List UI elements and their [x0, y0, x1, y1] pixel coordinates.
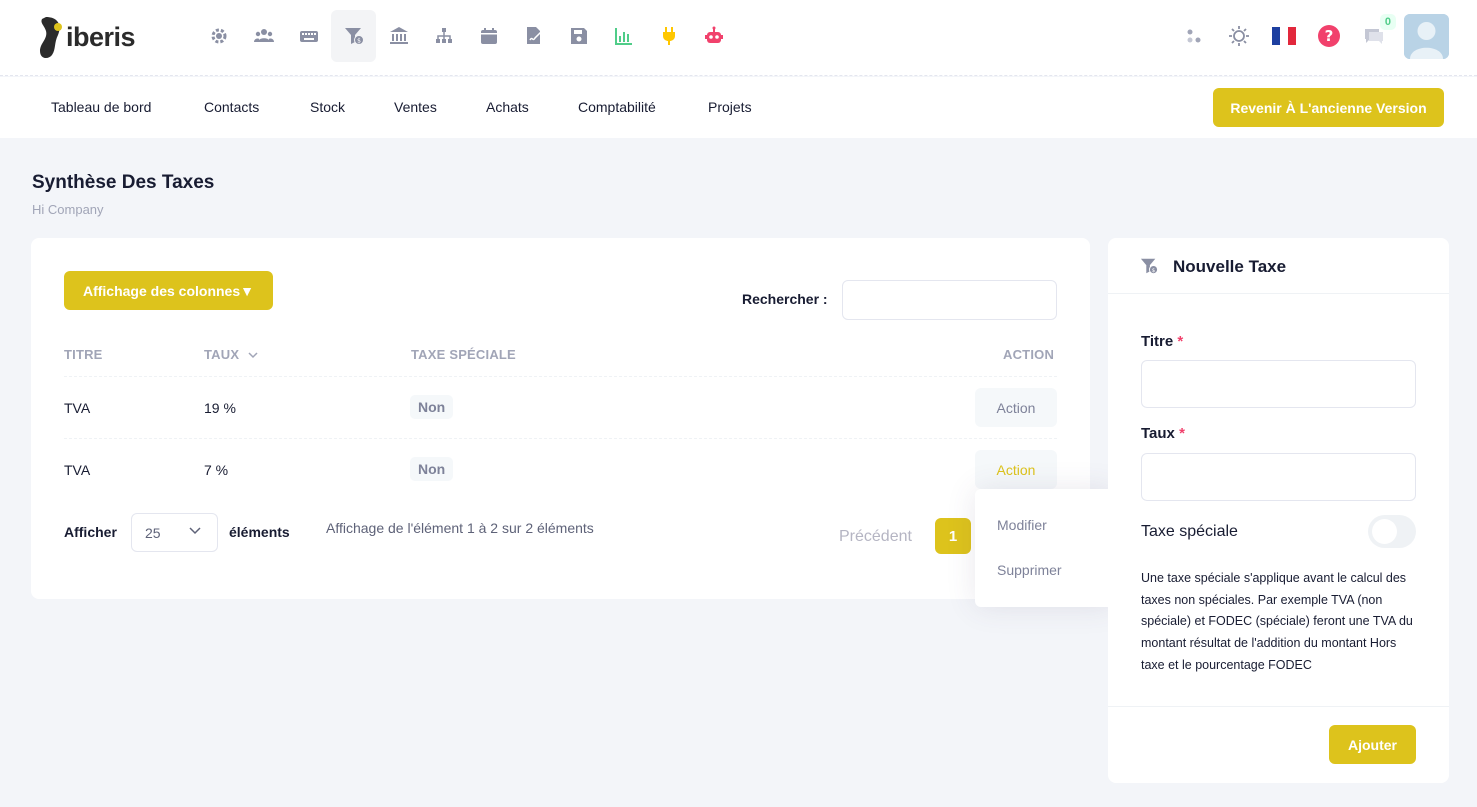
nav-item-dashboard[interactable]: Tableau de bord [51, 99, 151, 115]
titre-label: Titre * [1141, 333, 1183, 350]
sitemap-icon[interactable] [421, 10, 466, 62]
cell-titre: TVA [64, 462, 91, 478]
taxe-speciale-help-text: Une taxe spéciale s'applique avant le ca… [1141, 571, 1413, 672]
columns-toggle-button[interactable]: Affichage des colonnes▼ [64, 271, 273, 310]
add-tax-button[interactable]: Ajouter [1329, 725, 1416, 764]
users-icon[interactable] [241, 10, 286, 62]
sun-icon[interactable] [1216, 16, 1261, 56]
help-icon[interactable]: ? [1306, 16, 1351, 56]
taux-label-text: Taux [1141, 425, 1175, 442]
form-header: $ Nouvelle Taxe [1108, 238, 1449, 294]
old-version-button[interactable]: Revenir À L'ancienne Version [1213, 88, 1444, 127]
table-info: Affichage de l'élément 1 à 2 sur 2 éléme… [326, 520, 594, 536]
column-header-taux[interactable]: TAUX [204, 347, 258, 362]
apps-icon[interactable] [1171, 16, 1216, 56]
row-divider [64, 376, 1057, 377]
chevron-down-icon [189, 527, 201, 535]
required-mark: * [1179, 425, 1185, 442]
taxe-speciale-toggle[interactable] [1368, 515, 1416, 548]
column-header-taxe-speciale[interactable]: TAXE SPÉCIALE [411, 347, 516, 362]
menu-item-modifier[interactable]: Modifier [997, 517, 1047, 533]
taux-label: Taux * [1141, 425, 1185, 442]
logo-text: iberis [66, 21, 136, 52]
tax-filter-icon: $ [1140, 258, 1158, 275]
tax-filter-icon[interactable]: $ [331, 10, 376, 62]
cell-taux: 19 % [204, 400, 236, 416]
column-header-taux-label: TAUX [204, 347, 240, 362]
taxe-speciale-label: Taxe spéciale [1141, 523, 1238, 540]
module-toolbar: $ [196, 10, 736, 62]
sort-chevron-down-icon [248, 352, 258, 359]
avatar[interactable] [1404, 13, 1449, 59]
save-icon[interactable] [556, 10, 601, 62]
gear-icon[interactable] [196, 10, 241, 62]
form-footer-divider [1108, 706, 1449, 707]
svg-text:$: $ [357, 38, 361, 45]
page-length-value: 25 [145, 524, 161, 541]
taux-field[interactable] [1141, 453, 1416, 501]
row-action-button[interactable]: Action [975, 450, 1057, 489]
action-dropdown-menu: Modifier Supprimer [975, 489, 1116, 607]
chat-icon[interactable]: 0 [1351, 14, 1396, 56]
calendar-icon[interactable] [466, 10, 511, 62]
nav-item-contacts[interactable]: Contacts [204, 99, 259, 115]
search-input[interactable] [842, 280, 1057, 320]
nav-item-ventes[interactable]: Ventes [394, 99, 437, 115]
previous-page-button[interactable]: Précédent [839, 528, 912, 546]
titre-field[interactable] [1141, 360, 1416, 408]
page-button-current[interactable]: 1 [935, 518, 971, 554]
form-title: Nouvelle Taxe [1173, 257, 1287, 276]
header-actions: ? 0 [1171, 12, 1449, 60]
cell-taux: 7 % [204, 462, 229, 478]
status-badge: Non [410, 457, 454, 481]
logo-mark-icon [38, 15, 64, 59]
french-flag-icon[interactable] [1261, 16, 1306, 56]
column-header-action: ACTION [1003, 347, 1055, 362]
nav-item-stock[interactable]: Stock [310, 99, 345, 115]
robot-icon[interactable] [691, 10, 736, 62]
row-action-button[interactable]: Action [975, 388, 1057, 427]
chart-icon[interactable] [601, 10, 646, 62]
logo[interactable]: iberis [38, 14, 136, 60]
top-header: iberis $ ? 0 [0, 0, 1477, 76]
menu-item-supprimer[interactable]: Supprimer [997, 562, 1062, 578]
titre-label-text: Titre [1141, 333, 1174, 350]
status-badge: Non [410, 395, 454, 419]
column-header-titre[interactable]: TITRE [64, 347, 103, 362]
nav-item-projets[interactable]: Projets [708, 99, 752, 115]
svg-text:?: ? [1324, 27, 1333, 45]
elements-label: éléments [229, 524, 290, 540]
row-divider [64, 438, 1057, 439]
signature-icon[interactable] [511, 10, 556, 62]
page-length-select[interactable]: 25 [131, 513, 218, 552]
required-mark: * [1177, 333, 1184, 350]
bank-icon[interactable] [376, 10, 421, 62]
search-label: Rechercher : [742, 291, 828, 307]
nav-item-achats[interactable]: Achats [486, 99, 529, 115]
taxes-table-card: Affichage des colonnes▼ Rechercher : TIT… [31, 238, 1090, 599]
plug-icon[interactable] [646, 10, 691, 62]
keyboard-icon[interactable] [286, 10, 331, 62]
cell-titre: TVA [64, 400, 91, 416]
page-title: Synthèse Des Taxes [32, 172, 215, 193]
notification-badge: 0 [1379, 14, 1396, 30]
new-tax-form-card: $ Nouvelle Taxe Titre * Taux * Taxe spéc… [1108, 238, 1449, 783]
company-name: Hi Company [32, 202, 104, 217]
svg-text:$: $ [1152, 268, 1155, 274]
nav-item-comptabilite[interactable]: Comptabilité [578, 99, 656, 115]
page-length-label: Afficher [64, 524, 117, 540]
